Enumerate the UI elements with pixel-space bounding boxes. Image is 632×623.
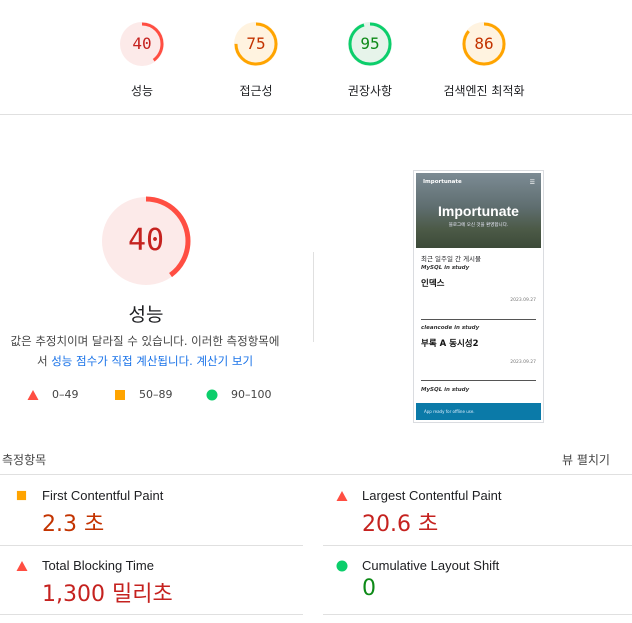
- score-seo[interactable]: 86 검색엔진 최적화: [434, 20, 534, 99]
- metric-tbt[interactable]: Total Blocking Time 1,300 밀리초: [16, 558, 306, 608]
- score-value: 40: [132, 34, 152, 53]
- legend-label: 50–89: [139, 388, 173, 401]
- square-icon: [16, 490, 27, 501]
- metric-fcp[interactable]: First Contentful Paint 2.3 초: [16, 488, 306, 538]
- screenshot-post-title: 부록 A 동시성2: [421, 339, 479, 349]
- gauge-accessibility: 75: [232, 20, 280, 68]
- metric-value: 20.6 초: [362, 512, 439, 537]
- gauge-seo: 86: [460, 20, 508, 68]
- metric-value: 1,300 밀리초: [42, 582, 173, 607]
- screenshot-post-date: 2023.09.27: [510, 360, 536, 365]
- score-value: 75: [246, 34, 266, 53]
- score-value: 86: [474, 34, 494, 53]
- metrics-section-title: 측정항목: [2, 453, 47, 467]
- metric-name: Cumulative Layout Shift: [362, 558, 500, 573]
- hamburger-icon: ☰: [529, 179, 535, 186]
- screenshot-divider: [421, 319, 536, 320]
- calculator-link[interactable]: 계산기 보기: [196, 354, 253, 368]
- score-best-practices[interactable]: 95 권장사항: [320, 20, 420, 99]
- circle-icon: [206, 389, 218, 401]
- screenshot-hero-title: Importunate: [438, 203, 519, 219]
- screenshot-recent-heading: 최근 일주일 간 게시물: [421, 255, 482, 263]
- description-line: 값은 추정치이며 달라질 수 있습니다. 이러한 측정항목에: [10, 334, 280, 348]
- legend-label: 0–49: [52, 388, 79, 401]
- score-label: 접근성: [239, 84, 273, 98]
- score-calculation-link[interactable]: 성능 점수가 직접 계산됩니다.: [51, 354, 193, 368]
- page-screenshot-thumbnail[interactable]: Importunate ☰ Importunate 블로그에 오신 것을 환영합…: [413, 170, 544, 423]
- triangle-icon: [16, 561, 28, 571]
- description-line: 서 성능 점수가 직접 계산됩니다. 계산기 보기: [0, 351, 290, 371]
- vertical-divider: [313, 252, 314, 342]
- performance-gauge-large: 40: [100, 195, 192, 287]
- score-value: 95: [360, 34, 380, 53]
- gauge-performance: 40: [118, 20, 166, 68]
- score-label: 권장사항: [347, 84, 393, 98]
- screenshot-footer-text: App ready for offline use.: [424, 409, 475, 414]
- score-label: 성능: [130, 84, 154, 98]
- performance-title: 성능: [128, 304, 164, 326]
- category-scores-bar: 40 성능 75 접근성 95 권장사항 86 검색엔진 최적화: [0, 0, 632, 115]
- metrics-bottom-divider: [323, 614, 632, 615]
- screenshot-hero-subtitle: 블로그에 오신 것을 환영합니다.: [448, 223, 509, 228]
- metric-cls[interactable]: Cumulative Layout Shift 0: [336, 558, 626, 608]
- description-text: 서: [36, 354, 48, 368]
- metrics-row-divider: [323, 545, 632, 546]
- triangle-icon: [27, 390, 39, 400]
- gauge-best-practices: 95: [346, 20, 394, 68]
- score-performance[interactable]: 40 성능: [92, 20, 192, 99]
- screenshot-footer-banner: App ready for offline use.: [416, 403, 541, 420]
- screenshot-post-date: 2023.09.27: [510, 298, 536, 303]
- screenshot-divider: [421, 380, 536, 381]
- score-accessibility[interactable]: 75 접근성: [206, 20, 306, 99]
- screenshot-post-title: 인덱스: [421, 279, 445, 289]
- circle-icon: [336, 560, 348, 572]
- triangle-icon: [336, 491, 348, 501]
- legend-label: 90–100: [231, 388, 272, 401]
- metric-value: 0: [362, 576, 376, 601]
- performance-score: 40: [127, 223, 165, 258]
- metric-name: Largest Contentful Paint: [362, 488, 502, 503]
- metric-name: Total Blocking Time: [42, 558, 154, 573]
- metric-lcp[interactable]: Largest Contentful Paint 20.6 초: [336, 488, 626, 538]
- screenshot-hero-image: Importunate ☰ Importunate 블로그에 오신 것을 환영합…: [416, 173, 541, 248]
- screenshot-post-category: MySQL in study: [421, 265, 470, 271]
- screenshot-brand: Importunate: [423, 179, 462, 185]
- metric-value: 2.3 초: [42, 512, 105, 537]
- screenshot-post-category: MySQL in study: [421, 387, 470, 393]
- performance-description: 값은 추정치이며 달라질 수 있습니다. 이러한 측정항목에 서 성능 점수가 …: [0, 331, 290, 371]
- screenshot-post-category: cleancode in study: [421, 325, 480, 331]
- expand-view-toggle[interactable]: 뷰 펼치기: [562, 451, 610, 468]
- square-icon: [115, 390, 125, 400]
- metrics-top-divider: [0, 474, 632, 475]
- metrics-row-divider: [0, 545, 303, 546]
- metric-name: First Contentful Paint: [42, 488, 164, 503]
- score-label: 검색엔진 최적화: [443, 84, 525, 98]
- metrics-bottom-divider: [0, 614, 303, 615]
